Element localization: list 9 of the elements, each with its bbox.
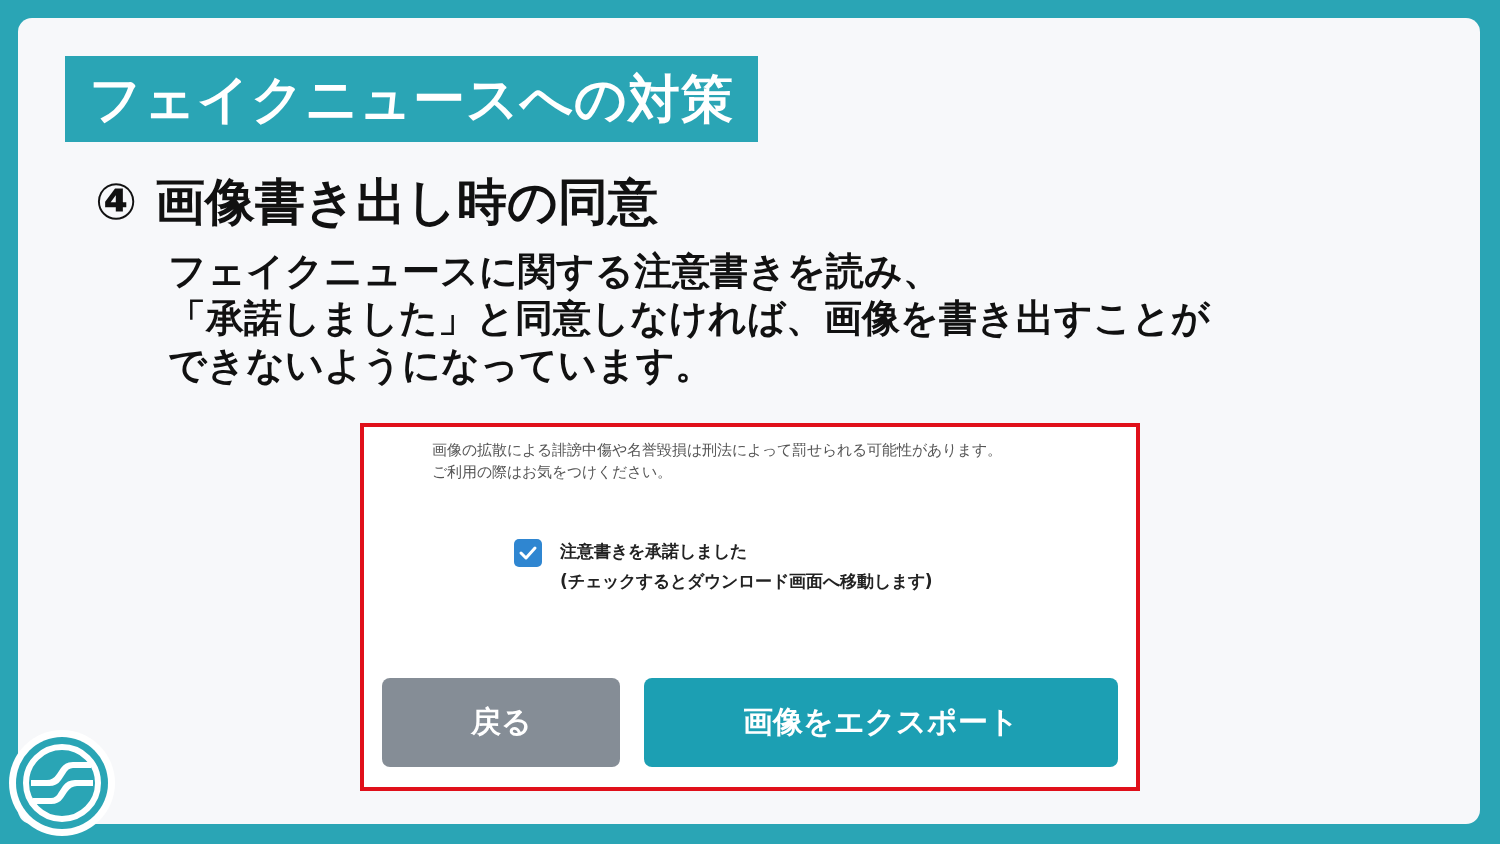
- export-button[interactable]: 画像をエクスポート: [644, 678, 1118, 767]
- consent-hint: (チェックするとダウンロード画面へ移動します): [560, 570, 933, 593]
- back-button[interactable]: 戻る: [382, 678, 620, 767]
- consent-checkbox[interactable]: [514, 539, 542, 567]
- notice-text: 画像の拡散による誹謗中傷や名誉毀損は刑法によって罰せられる可能性があります。 ご利用の際はお気をつけください。: [432, 441, 1003, 482]
- slide-body-text: フェイクニュースに関する注意書きを読み、 「承諾しました」と同意しなければ、画像を書き出すことが できないようになっています。: [168, 248, 1210, 389]
- consent-label: 注意書きを承諾しました: [560, 540, 748, 563]
- slide-heading: ④ 画像書き出し時の同意: [95, 172, 658, 233]
- slide-title: フェイクニュースへの対策: [65, 56, 758, 142]
